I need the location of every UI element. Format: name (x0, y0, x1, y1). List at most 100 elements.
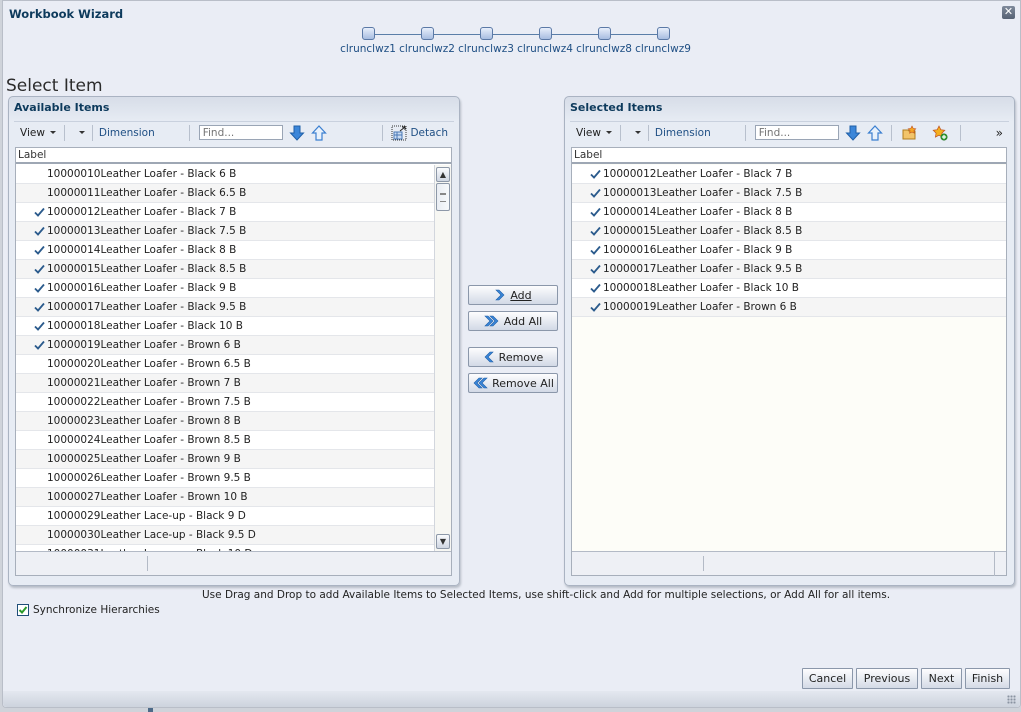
close-icon[interactable]: ✕ (1002, 6, 1015, 19)
footer-divider (994, 552, 995, 576)
window-title: Workbook Wizard (9, 7, 124, 21)
toolbar-separator (63, 124, 65, 141)
item-label: 10000022Leather Loafer - Brown 7.5 B (47, 396, 251, 408)
train-step-icon (538, 27, 552, 40)
train-step-label: clrunclwz4 (517, 43, 573, 55)
dimension-menu[interactable]: Dimension (623, 122, 717, 143)
item-label: 10000014Leather Loafer - Black 8 B (603, 206, 793, 218)
list-item[interactable]: 10000016Leather Loafer - Black 9 B (16, 279, 434, 298)
list-item[interactable]: 10000018Leather Loafer - Black 10 B (16, 317, 434, 336)
list-item[interactable]: 10000017Leather Loafer - Black 9.5 B (16, 298, 434, 317)
find-input[interactable] (198, 125, 283, 140)
item-label: 10000023Leather Loafer - Brown 8 B (47, 415, 241, 427)
train-step-2[interactable]: clrunclwz2 (397, 27, 457, 55)
list-item[interactable]: 10000019Leather Loafer - Brown 6 B (16, 336, 434, 355)
open-favorites-folder-icon[interactable] (902, 124, 918, 141)
list-item[interactable]: 10000029Leather Lace-up - Black 9 D (16, 507, 434, 526)
label-column-header[interactable]: Label (572, 148, 1006, 164)
find-next-arrow-down-icon[interactable] (845, 125, 861, 141)
item-label: 10000021Leather Loafer - Brown 7 B (47, 377, 241, 389)
list-item[interactable]: 10000014Leather Loafer - Black 8 B (572, 203, 1006, 222)
view-menu[interactable]: View (570, 122, 618, 143)
find-previous-arrow-up-icon[interactable] (310, 124, 327, 141)
train-step-1[interactable]: clrunclwz1 (338, 27, 398, 55)
list-item[interactable]: 10000015Leather Loafer - Black 8.5 B (16, 260, 434, 279)
add-button[interactable]: Add (468, 285, 558, 305)
item-label: 10000012Leather Loafer - Black 7 B (47, 206, 237, 218)
workbook-wizard-dialog: Workbook Wizard ✕ clrunclwz1 clrunclwz2 … (2, 0, 1021, 708)
synchronize-hierarchies-option[interactable]: Synchronize Hierarchies (17, 604, 160, 616)
add-all-button[interactable]: Add All (468, 311, 558, 331)
list-item[interactable]: 10000021Leather Loafer - Brown 7 B (16, 374, 434, 393)
find-previous-arrow-up-icon[interactable] (866, 124, 883, 141)
item-label: 10000016Leather Loafer - Black 9 B (603, 244, 793, 256)
resize-grip-icon[interactable] (1007, 695, 1016, 704)
detach-button[interactable]: Detach (385, 122, 454, 143)
more-icon: » (995, 125, 1003, 140)
list-item[interactable]: 10000017Leather Loafer - Black 9.5 B (572, 260, 1006, 279)
find-next-arrow-down-icon[interactable] (289, 125, 305, 141)
list-item[interactable]: 10000022Leather Loafer - Brown 7.5 B (16, 393, 434, 412)
list-item[interactable]: 10000013Leather Loafer - Black 7.5 B (572, 184, 1006, 203)
list-item[interactable]: 10000012Leather Loafer - Black 7 B (16, 203, 434, 222)
view-menu[interactable]: View (14, 122, 62, 143)
remove-all-button[interactable]: Remove All (468, 373, 558, 393)
add-favorite-star-icon[interactable] (932, 124, 948, 141)
toolbar-separator (91, 124, 93, 141)
remove-button[interactable]: Remove (468, 347, 558, 367)
list-item[interactable]: 10000025Leather Loafer - Brown 9 B (16, 450, 434, 469)
item-label: 10000026Leather Loafer - Brown 9.5 B (47, 472, 251, 484)
list-item[interactable]: 10000013Leather Loafer - Black 7.5 B (16, 222, 434, 241)
available-items-panel: Available Items View Dimension Detach La… (8, 96, 460, 586)
add-label: Add (510, 288, 532, 302)
find-input[interactable] (754, 125, 839, 140)
label-column-header[interactable]: Label (16, 148, 451, 164)
item-label: 10000016Leather Loafer - Black 9 B (47, 282, 237, 294)
list-item[interactable]: 10000024Leather Loafer - Brown 8.5 B (16, 431, 434, 450)
scroll-down-button[interactable]: ▼ (436, 534, 450, 549)
train-step-6[interactable]: clrunclwz9 (633, 27, 693, 55)
toolbar-separator (959, 124, 961, 141)
list-item[interactable]: 10000026Leather Loafer - Brown 9.5 B (16, 469, 434, 488)
dimension-label: Dimension (98, 126, 155, 139)
train-step-4[interactable]: clrunclwz4 (515, 27, 575, 55)
train-step-icon (656, 27, 670, 40)
detach-label: Detach (410, 126, 448, 139)
list-item[interactable]: 10000011Leather Loafer - Black 6.5 B (16, 184, 434, 203)
train-step-5[interactable]: clrunclwz8 (574, 27, 634, 55)
list-item[interactable]: 10000010Leather Loafer - Black 6 B (16, 165, 434, 184)
list-item[interactable]: 10000015Leather Loafer - Black 8.5 B (572, 222, 1006, 241)
list-item[interactable]: 10000030Leather Lace-up - Black 9.5 D (16, 526, 434, 545)
list-item[interactable]: 10000020Leather Loafer - Brown 6.5 B (16, 355, 434, 374)
list-item[interactable]: 10000023Leather Loafer - Brown 8 B (16, 412, 434, 431)
list-item[interactable]: 10000027Leather Loafer - Brown 10 B (16, 488, 434, 507)
more-toolbar-items-button[interactable]: » (990, 122, 1009, 143)
next-button[interactable]: Next (921, 668, 962, 689)
wizard-train: clrunclwz1 clrunclwz2 clrunclwz3 clruncl… (338, 27, 698, 61)
item-label: 10000012Leather Loafer - Black 7 B (603, 168, 793, 180)
finish-button[interactable]: Finish (965, 668, 1010, 689)
list-item[interactable]: 10000019Leather Loafer - Brown 6 B (572, 298, 1006, 317)
cancel-button[interactable]: Cancel (802, 668, 853, 689)
double-chevron-left-icon (473, 377, 488, 389)
synchronize-hierarchies-checkbox[interactable] (17, 604, 29, 616)
item-label: 10000018Leather Loafer - Black 10 B (603, 282, 799, 294)
vertical-scrollbar[interactable]: ▲ ▼ (434, 165, 451, 551)
double-chevron-right-icon (484, 315, 499, 327)
scroll-up-button[interactable]: ▲ (436, 167, 450, 182)
train-step-3[interactable]: clrunclwz3 (456, 27, 516, 55)
checkmark-icon (590, 226, 601, 236)
item-label: 10000014Leather Loafer - Black 8 B (47, 244, 237, 256)
item-label: 10000019Leather Loafer - Brown 6 B (603, 301, 797, 313)
previous-button[interactable]: Previous (856, 668, 918, 689)
scroll-thumb[interactable] (436, 183, 450, 211)
dialog-footer-bar (3, 691, 1020, 707)
selected-items-panel: Selected Items View Dimension » Label 10… (564, 96, 1015, 586)
checkmark-icon (34, 264, 45, 274)
dimension-menu[interactable]: Dimension (67, 122, 161, 143)
list-item[interactable]: 10000012Leather Loafer - Black 7 B (572, 165, 1006, 184)
list-item[interactable]: 10000014Leather Loafer - Black 8 B (16, 241, 434, 260)
background-taskbar-fragment (148, 708, 153, 712)
list-item[interactable]: 10000016Leather Loafer - Black 9 B (572, 241, 1006, 260)
list-item[interactable]: 10000018Leather Loafer - Black 10 B (572, 279, 1006, 298)
